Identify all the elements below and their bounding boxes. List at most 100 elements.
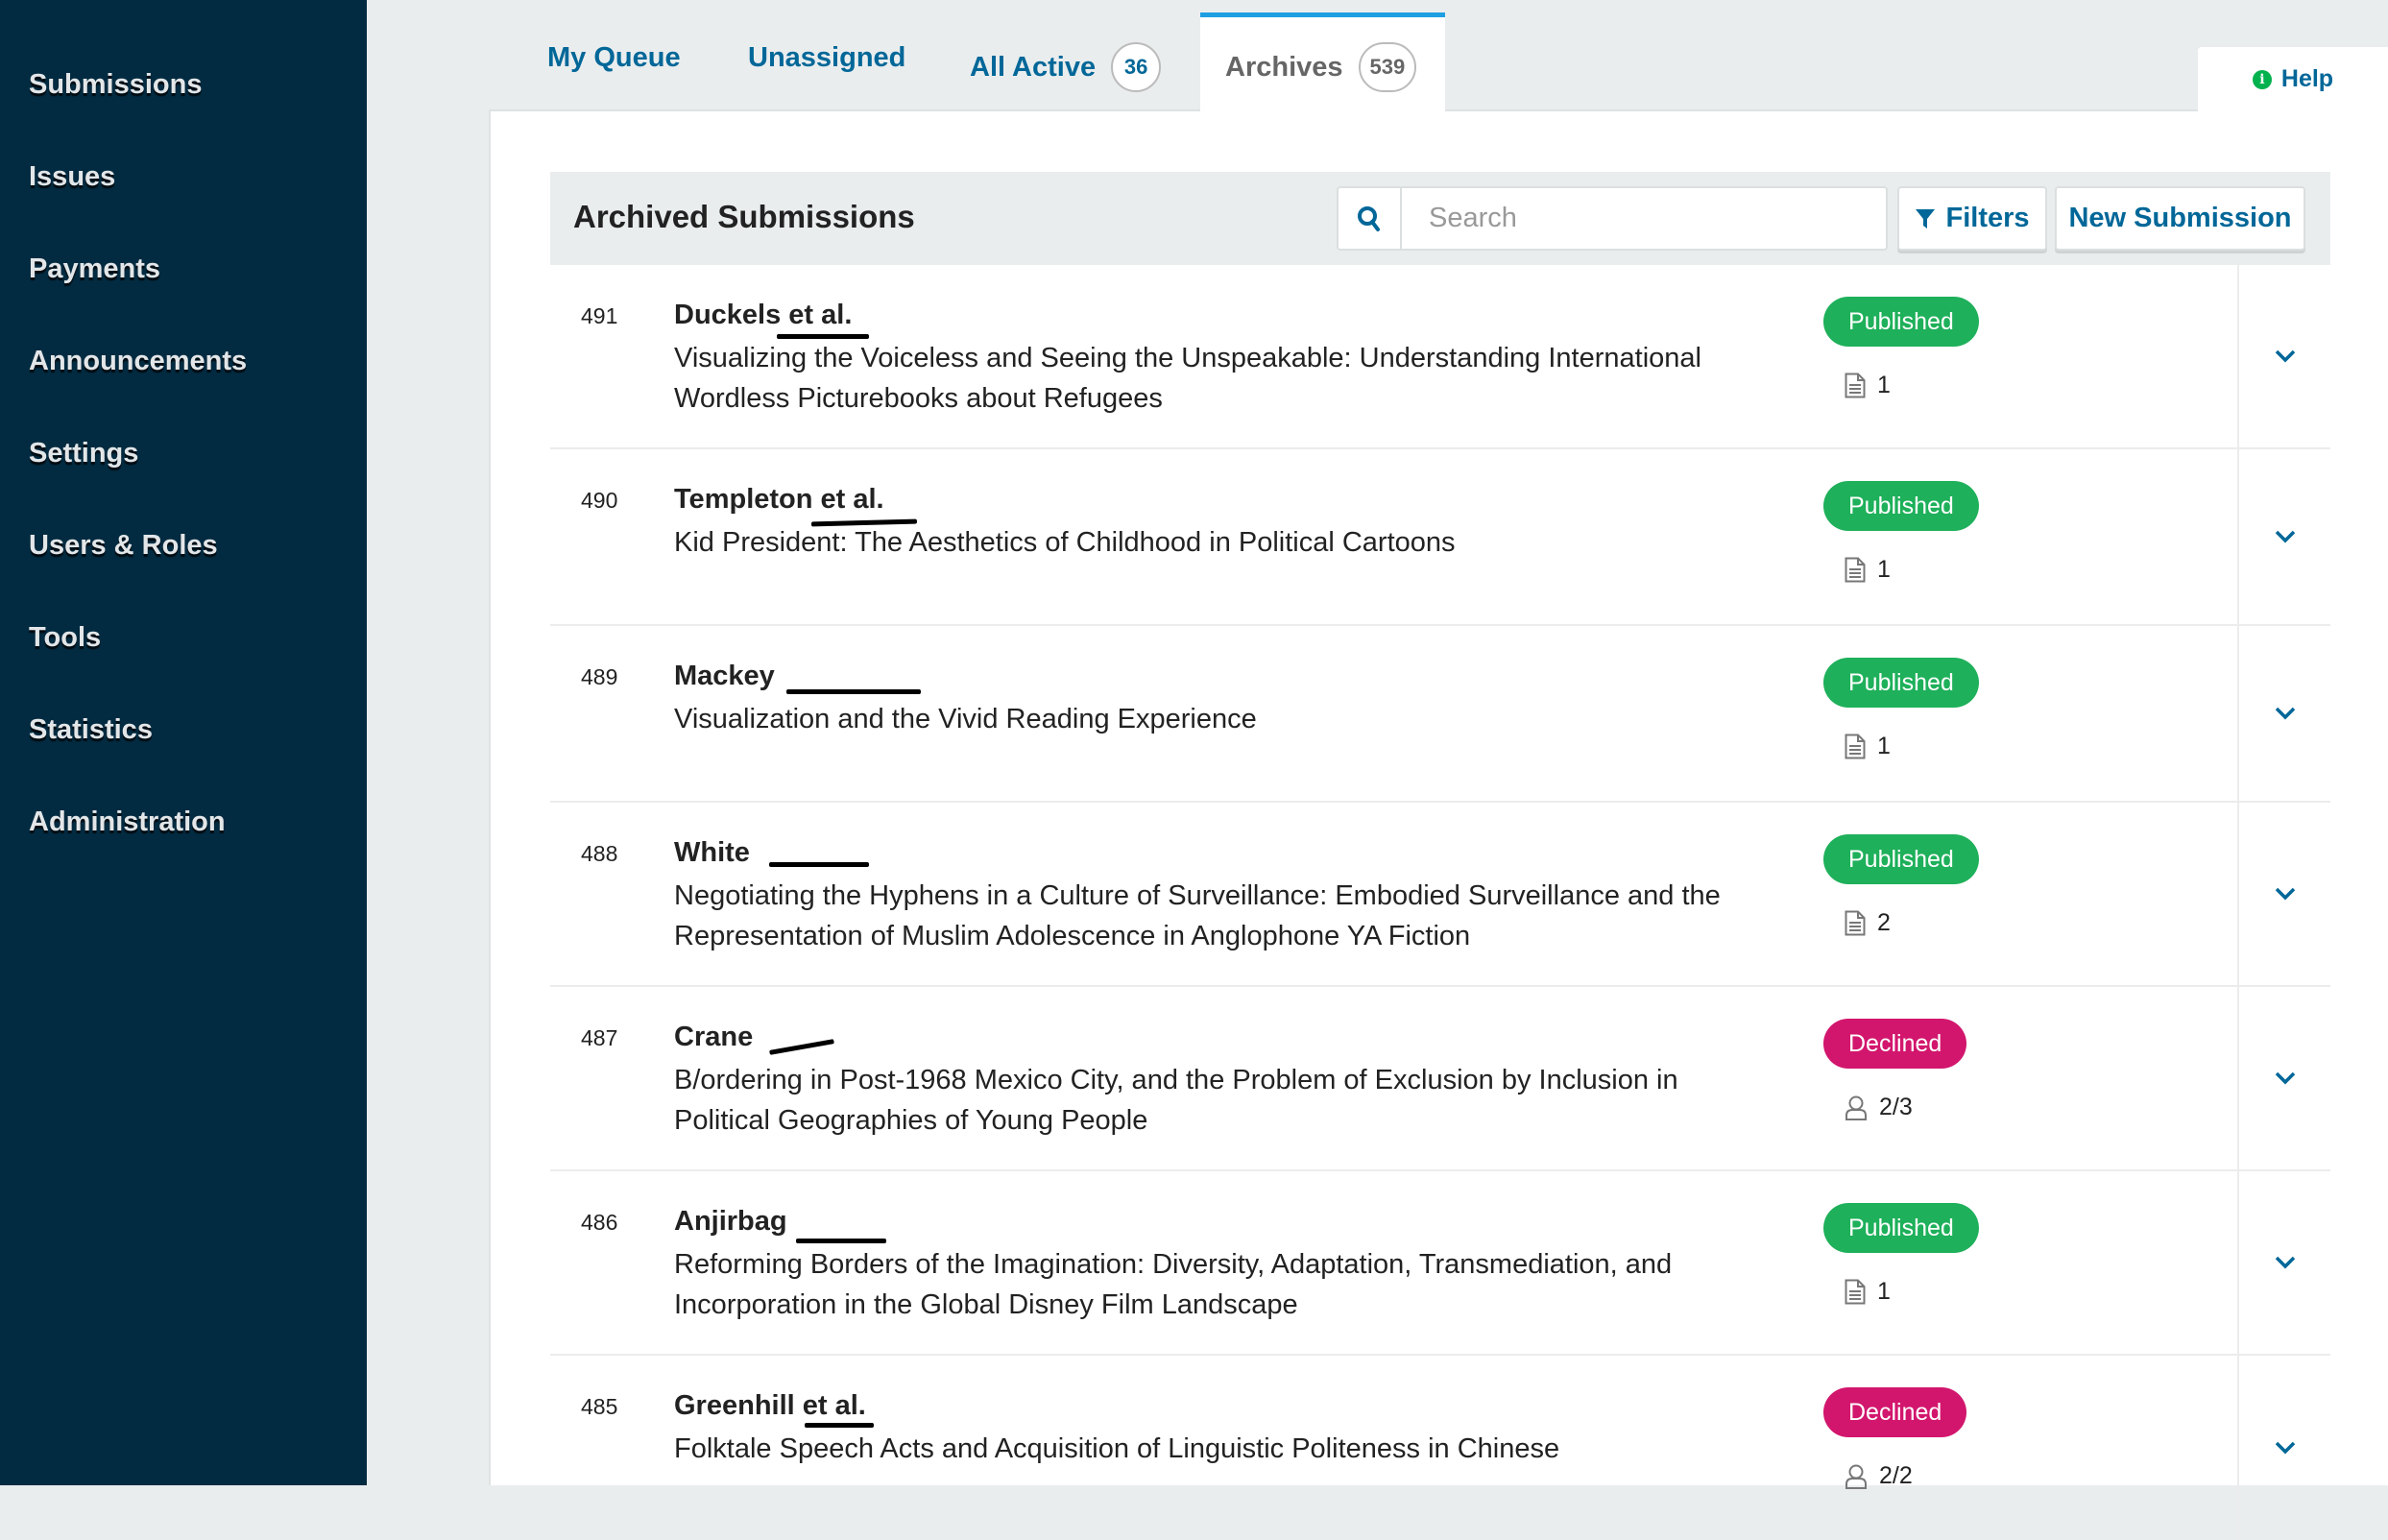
- file-icon: [1845, 910, 1866, 936]
- sidebar-item-announcements[interactable]: Announcements: [29, 346, 247, 377]
- pen-mark: [805, 1423, 874, 1428]
- chevron-down-icon: [2275, 1071, 2295, 1085]
- expand-button[interactable]: [2237, 265, 2330, 447]
- file-count: 1: [1877, 556, 1891, 583]
- submission-title: Folktale Speech Acts and Acquisition of …: [674, 1433, 1560, 1464]
- list-item[interactable]: 486 Anjirbag Reforming Borders of the Im…: [550, 1171, 2330, 1356]
- status-badge: Published: [1823, 297, 1979, 347]
- new-submission-button[interactable]: New Submission: [2055, 186, 2305, 251]
- tab-count-badge: 36: [1111, 42, 1162, 92]
- submission-author: Crane: [674, 1022, 754, 1052]
- chevron-down-icon: [2275, 887, 2295, 901]
- submission-meta: 2/2: [1845, 1462, 1913, 1490]
- sidebar-item-issues[interactable]: Issues: [29, 161, 115, 193]
- tab-label: Unassigned: [748, 42, 906, 73]
- help-label: Help: [2280, 65, 2334, 92]
- submission-author: Duckels et al.: [674, 300, 853, 330]
- submission-title: Visualization and the Vivid Reading Expe…: [674, 704, 1257, 734]
- reviewer-count: 2/2: [1879, 1462, 1913, 1489]
- submission-title: Visualizing the Voiceless and Seeing the…: [674, 343, 1701, 414]
- submission-list: 491 Duckels et al. Visualizing the Voice…: [550, 265, 2330, 1540]
- submission-author: Mackey: [674, 661, 775, 691]
- info-icon: i: [2252, 69, 2272, 89]
- submission-meta: 1: [1845, 1278, 1891, 1306]
- sidebar-item-statistics[interactable]: Statistics: [29, 714, 153, 746]
- tab-archives[interactable]: Archives 539: [1225, 42, 1417, 92]
- reviewer-count: 2/3: [1879, 1094, 1913, 1120]
- submission-id: 486: [581, 1210, 618, 1235]
- sidebar-item-payments[interactable]: Payments: [29, 253, 160, 285]
- submission-meta: 1: [1845, 733, 1891, 760]
- file-icon: [1845, 557, 1866, 583]
- list-item[interactable]: 490 Templeton et al. Kid President: The …: [550, 449, 2330, 626]
- user-icon: [1845, 1095, 1867, 1120]
- submission-author: White: [674, 837, 750, 868]
- submission-title: B/ordering in Post-1968 Mexico City, and…: [674, 1065, 1678, 1136]
- file-icon: [1845, 373, 1866, 398]
- submission-meta: 2/3: [1845, 1094, 1913, 1121]
- list-item[interactable]: 491 Duckels et al. Visualizing the Voice…: [550, 265, 2330, 449]
- sidebar-item-administration[interactable]: Administration: [29, 806, 226, 838]
- submission-id: 489: [581, 664, 618, 689]
- sidebar-item-users-roles[interactable]: Users & Roles: [29, 530, 218, 562]
- search-icon: [1358, 205, 1380, 231]
- filter-icon: [1916, 208, 1936, 229]
- status-badge: Published: [1823, 658, 1979, 708]
- submission-meta: 2: [1845, 909, 1891, 937]
- user-icon: [1845, 1464, 1867, 1489]
- file-count: 1: [1877, 372, 1891, 398]
- submission-title: Kid President: The Aesthetics of Childho…: [674, 527, 1456, 558]
- submission-author: Templeton et al.: [674, 484, 884, 515]
- list-item[interactable]: 487 Crane B/ordering in Post-1968 Mexico…: [550, 987, 2330, 1171]
- list-item[interactable]: 485 Greenhill et al. Folktale Speech Act…: [550, 1356, 2330, 1540]
- submission-author: Anjirbag: [674, 1206, 787, 1237]
- submission-title: Reforming Borders of the Imagination: Di…: [674, 1249, 1673, 1320]
- list-title: Archived Submissions: [573, 199, 915, 234]
- submission-id: 490: [581, 488, 618, 513]
- tab-label: Archives: [1225, 51, 1343, 83]
- expand-button[interactable]: [2237, 1171, 2330, 1354]
- pen-mark: [769, 1039, 834, 1055]
- expand-button[interactable]: [2237, 1356, 2330, 1540]
- file-count: 2: [1877, 909, 1891, 936]
- list-item[interactable]: 489 Mackey Visualization and the Vivid R…: [550, 626, 2330, 803]
- list-header: Archived Submissions Filters New Submiss…: [550, 172, 2330, 265]
- expand-button[interactable]: [2237, 449, 2330, 624]
- list-item[interactable]: 488 White Negotiating the Hyphens in a C…: [550, 803, 2330, 987]
- new-submission-label: New Submission: [2068, 203, 2292, 233]
- chevron-down-icon: [2275, 1441, 2295, 1455]
- status-badge: Published: [1823, 481, 1979, 531]
- chevron-down-icon: [2275, 349, 2295, 363]
- pen-mark: [796, 1239, 886, 1243]
- help-button[interactable]: i Help: [2198, 47, 2388, 111]
- search-input[interactable]: [1402, 188, 1886, 249]
- pen-mark: [786, 689, 921, 694]
- file-count: 1: [1877, 1278, 1891, 1305]
- status-badge: Published: [1823, 834, 1979, 884]
- submission-id: 488: [581, 841, 618, 866]
- tab-my-queue[interactable]: My Queue: [547, 42, 681, 74]
- tab-label: My Queue: [547, 42, 681, 73]
- tab-unassigned[interactable]: Unassigned: [748, 42, 905, 74]
- chevron-down-icon: [2275, 1256, 2295, 1269]
- file-count: 1: [1877, 733, 1891, 759]
- expand-button[interactable]: [2237, 626, 2330, 801]
- status-badge: Declined: [1823, 1019, 1967, 1069]
- filters-button[interactable]: Filters: [1897, 186, 2047, 251]
- sidebar-item-settings[interactable]: Settings: [29, 438, 138, 469]
- submission-id: 485: [581, 1394, 618, 1419]
- search-button[interactable]: [1339, 188, 1402, 249]
- tab-all-active[interactable]: All Active 36: [970, 42, 1162, 92]
- submission-id: 491: [581, 303, 618, 328]
- submission-title: Negotiating the Hyphens in a Culture of …: [674, 880, 1721, 951]
- chevron-down-icon: [2275, 707, 2295, 720]
- submission-author: Greenhill et al.: [674, 1390, 866, 1421]
- tab-count-badge: 539: [1358, 42, 1417, 92]
- sidebar-item-submissions[interactable]: Submissions: [29, 69, 203, 101]
- sidebar-item-tools[interactable]: Tools: [29, 622, 101, 654]
- expand-button[interactable]: [2237, 803, 2330, 985]
- filters-label: Filters: [1945, 203, 2030, 233]
- status-badge: Declined: [1823, 1387, 1967, 1437]
- submission-meta: 1: [1845, 372, 1891, 399]
- expand-button[interactable]: [2237, 987, 2330, 1169]
